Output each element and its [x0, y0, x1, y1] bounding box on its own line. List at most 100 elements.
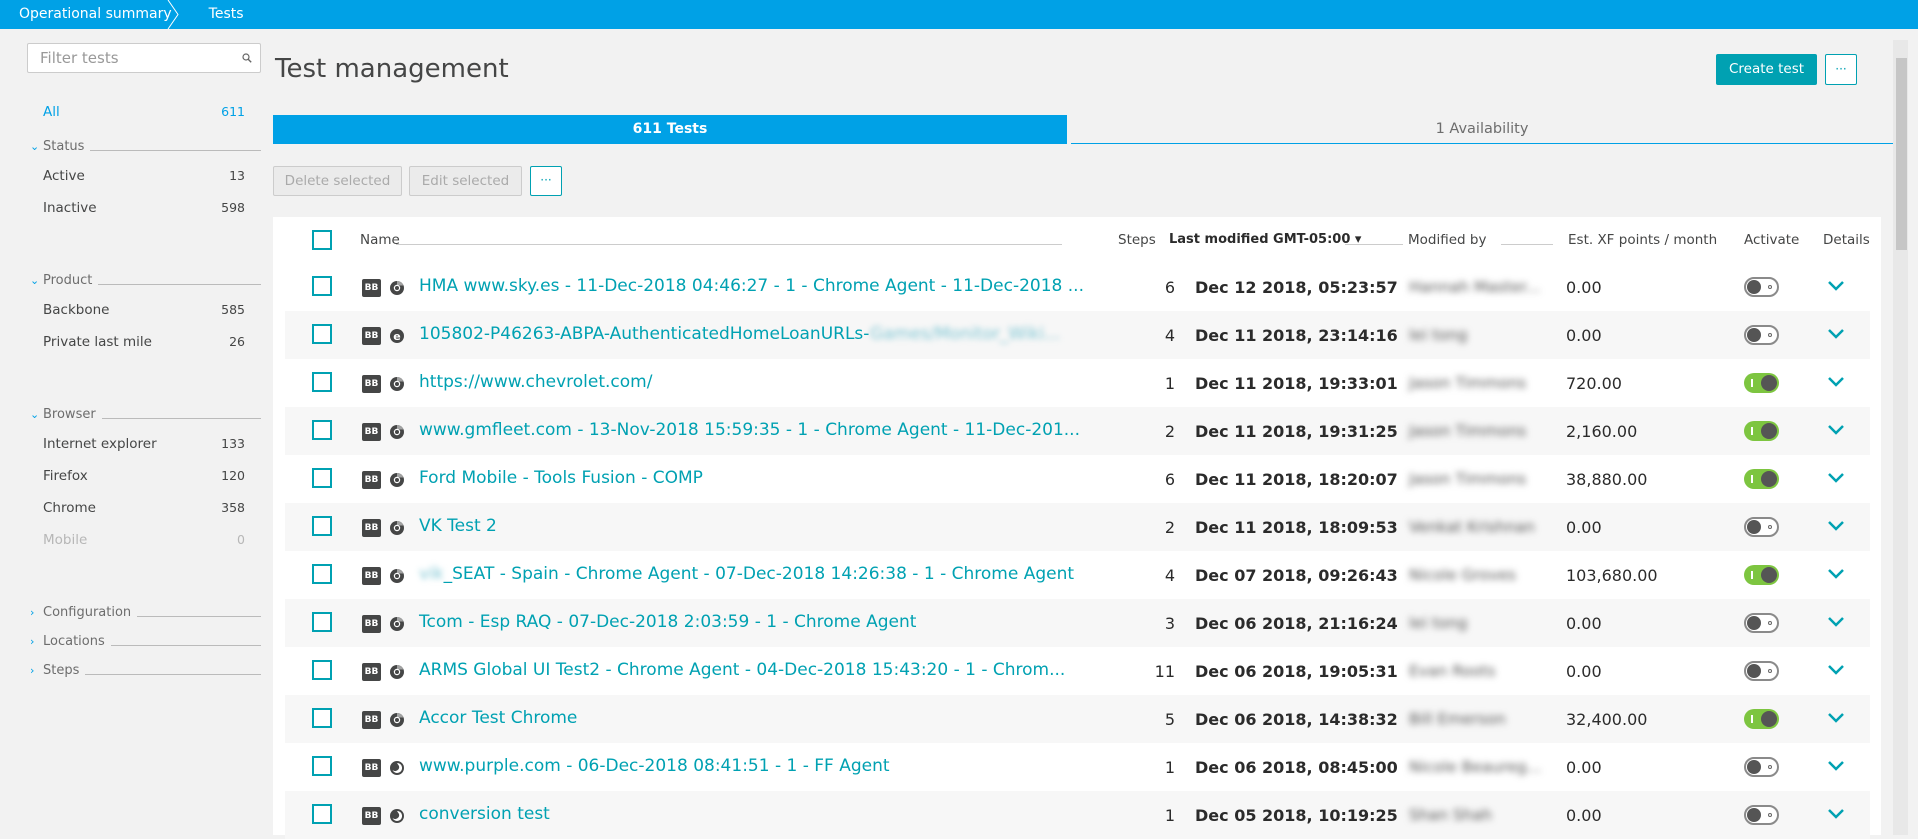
group-browser[interactable]: ⌄ Browser [30, 407, 261, 422]
test-name-link[interactable]: Ford Mobile - Tools Fusion - COMP [419, 468, 703, 488]
chevron-down-icon[interactable] [1827, 808, 1845, 820]
test-name-link[interactable]: HMA www.sky.es - 11-Dec-2018 04:46:27 - … [419, 276, 1084, 296]
breadcrumb-operational-summary[interactable]: Operational summary [0, 0, 190, 29]
row-checkbox[interactable] [312, 324, 332, 344]
backbone-badge: BB [362, 615, 381, 633]
row-checkbox[interactable] [312, 708, 332, 728]
table-row[interactable]: BB vik_SEAT - Spain - Chrome Agent - 07-D… [285, 551, 1870, 599]
chevron-down-icon[interactable] [1827, 328, 1845, 340]
test-name-link[interactable]: VK Test 2 [419, 516, 497, 536]
tab-availability[interactable]: 1 Availability [1071, 115, 1893, 144]
activate-toggle[interactable] [1744, 757, 1779, 777]
activate-toggle[interactable] [1744, 325, 1779, 345]
row-checkbox[interactable] [312, 756, 332, 776]
table-row[interactable]: BB e 105802-P46263-ABPA-AuthenticatedHomeL… [285, 311, 1870, 359]
chevron-down-icon[interactable] [1827, 664, 1845, 676]
table-row[interactable]: BB conversion test 1 Dec 05 2018, 10:19:25 S… [285, 791, 1870, 839]
scrollbar-thumb[interactable] [1896, 58, 1907, 250]
row-checkbox[interactable] [312, 804, 332, 824]
bulk-actions-button[interactable]: ··· [530, 166, 562, 196]
chevron-down-icon[interactable] [1827, 280, 1845, 292]
chevron-down-icon[interactable] [1827, 616, 1845, 628]
group-status[interactable]: ⌄ Status [30, 139, 261, 154]
breadcrumb-tests[interactable]: Tests [194, 0, 262, 29]
table-row[interactable]: BB Accor Test Chrome 5 Dec 06 2018, 14:38:3… [285, 695, 1870, 743]
header-activate: Activate [1744, 232, 1800, 248]
delete-selected-button[interactable]: Delete selected [273, 166, 402, 196]
row-checkbox[interactable] [312, 468, 332, 488]
header-est-points[interactable]: Est. XF points / month [1568, 232, 1717, 248]
activate-toggle[interactable] [1744, 709, 1779, 729]
table-row[interactable]: BB Tcom - Esp RAQ - 07-Dec-2018 2:03:59 -… [285, 599, 1870, 647]
table-row[interactable]: BB Ford Mobile - Tools Fusion - COMP 6 Dec … [285, 455, 1870, 503]
create-test-button[interactable]: Create test [1716, 54, 1817, 85]
activate-toggle[interactable] [1744, 661, 1779, 681]
chevron-down-icon[interactable] [1827, 376, 1845, 388]
filter-tests-input[interactable] [28, 44, 228, 72]
filter-internet-explorer[interactable]: Internet explorer 133 [43, 436, 245, 452]
chevron-down-icon: ⌄ [30, 274, 40, 287]
activate-toggle[interactable] [1744, 517, 1779, 537]
search-icon[interactable] [242, 53, 252, 63]
chevron-down-icon[interactable] [1827, 760, 1845, 772]
group-steps[interactable]: › Steps [30, 663, 261, 678]
row-checkbox[interactable] [312, 516, 332, 536]
table-row[interactable]: BB VK Test 2 2 Dec 11 2018, 18:09:53 Venkat … [285, 503, 1870, 551]
filter-firefox[interactable]: Firefox 120 [43, 468, 245, 484]
chevron-down-icon[interactable] [1827, 568, 1845, 580]
sidebar: All 611 ⌄ Status Active 13 Inactive 598 … [0, 29, 272, 835]
test-name-link[interactable]: 105802-P46263-ABPA-AuthenticatedHomeLoan… [419, 324, 1060, 344]
edit-selected-button[interactable]: Edit selected [409, 166, 522, 196]
row-checkbox[interactable] [312, 660, 332, 680]
table-row[interactable]: BB HMA www.sky.es - 11-Dec-2018 04:46:27 … [285, 263, 1870, 311]
chevron-down-icon[interactable] [1827, 520, 1845, 532]
filter-backbone[interactable]: Backbone 585 [43, 302, 245, 318]
row-checkbox[interactable] [312, 612, 332, 632]
table-row[interactable]: BB ARMS Global UI Test2 - Chrome Agent - … [285, 647, 1870, 695]
modified-by: Nicole Beaureg... [1409, 758, 1542, 776]
activate-toggle[interactable] [1744, 565, 1779, 585]
test-name-link[interactable]: conversion test [419, 804, 550, 824]
filter-active[interactable]: Active 13 [43, 168, 245, 184]
table-row[interactable]: BB www.gmfleet.com - 13-Nov-2018 15:59:35… [285, 407, 1870, 455]
more-actions-button[interactable]: ··· [1825, 54, 1857, 85]
test-name-link[interactable]: www.gmfleet.com - 13-Nov-2018 15:59:35 -… [419, 420, 1080, 440]
filter-all[interactable]: All 611 [43, 104, 245, 120]
table-row[interactable]: BB https://www.chevrolet.com/1 Dec 11 2018… [285, 359, 1870, 407]
select-all-checkbox[interactable] [312, 230, 332, 250]
row-checkbox[interactable] [312, 420, 332, 440]
chevron-down-icon[interactable] [1827, 712, 1845, 724]
activate-toggle[interactable] [1744, 277, 1779, 297]
scrollbar[interactable] [1893, 40, 1908, 835]
test-name-link[interactable]: Tcom - Esp RAQ - 07-Dec-2018 2:03:59 - 1… [419, 612, 916, 632]
test-name-link[interactable]: vik_SEAT - Spain - Chrome Agent - 07-Dec… [419, 564, 1074, 584]
header-name[interactable]: Name [360, 232, 400, 248]
group-configuration[interactable]: › Configuration [30, 605, 261, 620]
activate-toggle[interactable] [1744, 421, 1779, 441]
chevron-down-icon[interactable] [1827, 424, 1845, 436]
test-name-link[interactable]: ARMS Global UI Test2 - Chrome Agent - 04… [419, 660, 1065, 680]
row-checkbox[interactable] [312, 372, 332, 392]
row-checkbox[interactable] [312, 564, 332, 584]
divider [1345, 244, 1403, 245]
group-locations[interactable]: › Locations [30, 634, 261, 649]
test-name-link[interactable]: www.purple.com - 06-Dec-2018 08:41:51 - … [419, 756, 890, 776]
filter-private-last-mile[interactable]: Private last mile 26 [43, 334, 245, 350]
filter-inactive[interactable]: Inactive 598 [43, 200, 245, 216]
header-modified-by[interactable]: Modified by [1408, 232, 1486, 248]
filter-count: 26 [229, 334, 245, 349]
table-row[interactable]: BB www.purple.com - 06-Dec-2018 08:41:51 … [285, 743, 1870, 791]
chevron-down-icon[interactable] [1827, 472, 1845, 484]
test-name-link[interactable]: Accor Test Chrome [419, 708, 577, 728]
activate-toggle[interactable] [1744, 805, 1779, 825]
tab-tests[interactable]: 611 Tests [273, 115, 1067, 144]
header-last-modified[interactable]: Last modified GMT-05:00 ▾ [1169, 232, 1361, 247]
activate-toggle[interactable] [1744, 469, 1779, 489]
filter-chrome[interactable]: Chrome 358 [43, 500, 245, 516]
row-checkbox[interactable] [312, 276, 332, 296]
activate-toggle[interactable] [1744, 613, 1779, 633]
test-name-link[interactable]: https://www.chevrolet.com/ [419, 372, 652, 392]
group-product[interactable]: ⌄ Product [30, 273, 261, 288]
activate-toggle[interactable] [1744, 373, 1779, 393]
header-steps[interactable]: Steps [1118, 232, 1156, 248]
